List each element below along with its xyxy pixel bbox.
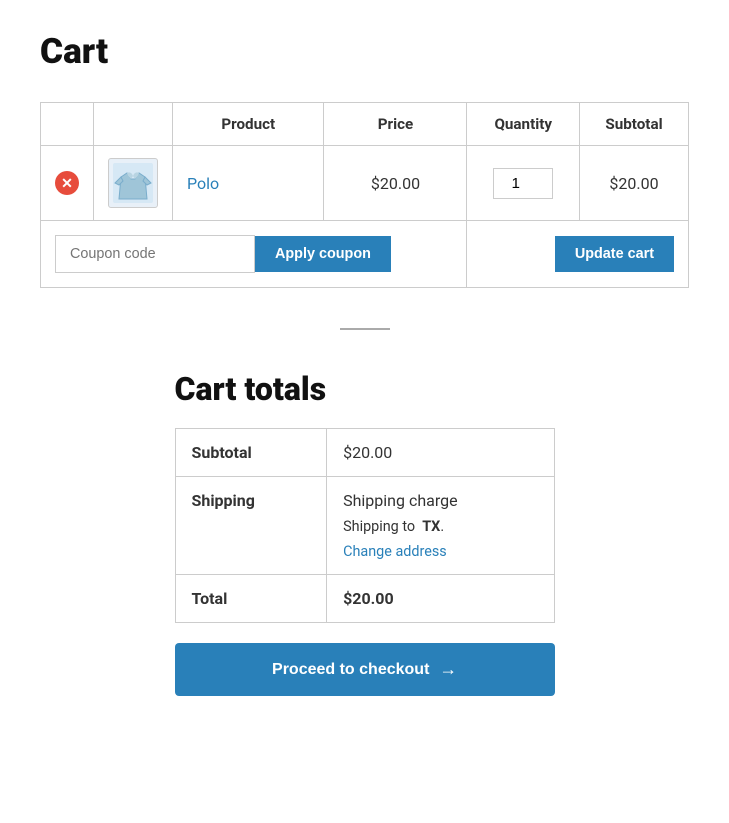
- arrow-icon: →: [439, 659, 457, 680]
- col-header-product: Product: [173, 103, 324, 146]
- section-divider: [340, 328, 390, 330]
- remove-cell: ✕: [41, 146, 94, 221]
- col-header-remove: [41, 103, 94, 146]
- coupon-cell: Apply coupon: [41, 221, 467, 288]
- shipping-to-text: Shipping to TX.: [343, 518, 537, 535]
- shipping-row: Shipping Shipping charge Shipping to TX.…: [175, 477, 554, 575]
- shipping-location: TX: [422, 518, 440, 535]
- product-thumb-cell: [94, 146, 173, 221]
- product-thumbnail: [108, 158, 158, 208]
- col-header-quantity: Quantity: [467, 103, 580, 146]
- total-value: $20.00: [327, 575, 554, 623]
- coupon-row: Apply coupon Update cart: [41, 221, 689, 288]
- col-header-subtotal: Subtotal: [580, 103, 689, 146]
- update-cart-cell: Update cart: [467, 221, 689, 288]
- page-title: Cart: [40, 30, 689, 72]
- proceed-to-checkout-button[interactable]: Proceed to checkout →: [175, 643, 555, 696]
- cart-table: Product Price Quantity Subtotal ✕: [40, 102, 689, 288]
- change-address-link[interactable]: Change address: [343, 543, 537, 560]
- shipping-cell: Shipping charge Shipping to TX. Change a…: [327, 477, 554, 575]
- total-label: Total: [175, 575, 327, 623]
- cart-totals-section: Cart totals Subtotal $20.00 Shipping Shi…: [175, 370, 555, 696]
- update-cart-button[interactable]: Update cart: [555, 236, 674, 272]
- col-header-price: Price: [324, 103, 467, 146]
- remove-item-button[interactable]: ✕: [55, 171, 79, 195]
- table-row: ✕: [41, 146, 689, 221]
- product-link[interactable]: Polo: [187, 174, 219, 193]
- total-row: Total $20.00: [175, 575, 554, 623]
- product-price-cell: $20.00: [324, 146, 467, 221]
- quantity-input[interactable]: [493, 168, 553, 199]
- shipping-label: Shipping: [175, 477, 327, 575]
- shipping-charge-text: Shipping charge: [343, 491, 457, 510]
- product-quantity-cell: [467, 146, 580, 221]
- coupon-input[interactable]: [55, 235, 255, 273]
- cart-totals-title: Cart totals: [175, 370, 555, 408]
- subtotal-value: $20.00: [327, 429, 554, 477]
- subtotal-label: Subtotal: [175, 429, 327, 477]
- product-name-cell: Polo: [173, 146, 324, 221]
- totals-table: Subtotal $20.00 Shipping Shipping charge…: [175, 428, 555, 623]
- subtotal-row: Subtotal $20.00: [175, 429, 554, 477]
- checkout-button-label: Proceed to checkout: [272, 661, 429, 679]
- col-header-thumb: [94, 103, 173, 146]
- product-subtotal-cell: $20.00: [580, 146, 689, 221]
- coupon-area: Apply coupon: [55, 235, 452, 273]
- polo-shirt-icon: [113, 163, 153, 203]
- apply-coupon-button[interactable]: Apply coupon: [255, 236, 391, 272]
